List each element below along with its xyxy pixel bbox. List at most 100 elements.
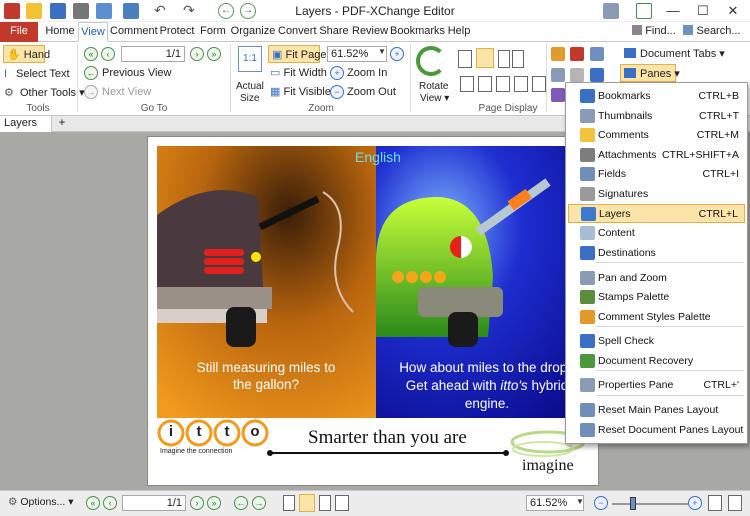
options-button[interactable]: ⚙ Options... ▾ [8,496,74,508]
document-tabs-button[interactable]: Document Tabs ▾ [624,45,725,63]
zoom-in-button[interactable]: Zoom In [347,64,387,82]
status-back-icon[interactable]: ← [234,496,248,510]
status-page-input[interactable]: 1/1 [122,495,186,511]
zoom-dropdown-arrow-icon[interactable]: ▼ [378,47,386,56]
page-spacing-icon[interactable] [532,76,546,92]
status-single-page-icon[interactable] [283,495,295,511]
next-page-icon[interactable]: › [190,47,204,61]
transparency-grid-icon[interactable] [551,68,565,82]
panes-menu-item-attachments[interactable]: Attachments CTRL+SHIFT+A [568,146,745,165]
zoom-slider-track[interactable] [612,503,688,505]
tab-file[interactable]: File [0,22,38,42]
menu-item-label: Reset Main Panes Layout [598,404,719,416]
new-tab-button[interactable]: + [55,116,69,132]
panes-menu-item-stamps-palette[interactable]: Stamps Palette [568,288,745,307]
previous-view-button[interactable]: Previous View [102,64,172,82]
tab-protect[interactable]: Protect [158,22,196,42]
fit-width-button[interactable]: ▭ Fit Width [270,64,327,82]
panes-menu-item-layers[interactable]: Layers CTRL+L [568,204,745,223]
tab-view[interactable]: View [78,22,108,42]
minimize-button[interactable]: — [658,0,688,22]
page-number-input[interactable]: 1/1 [121,46,185,62]
fit-page-button[interactable]: ▣ Fit Page [268,45,326,63]
other-tools-button[interactable]: ⚙ Other Tools ▾ [4,84,85,102]
select-text-button[interactable]: I Select Text [4,65,70,83]
prev-page-icon[interactable]: ‹ [101,47,115,61]
split-view-icon[interactable] [460,76,474,92]
status-zoom-out-icon[interactable]: − [594,496,608,510]
customize-icon[interactable] [603,3,619,19]
panes-menu-item-document-recovery[interactable]: Document Recovery [568,352,745,371]
facing-page-icon[interactable] [498,50,510,68]
rtl-page-icon[interactable] [514,76,528,92]
search-button[interactable]: Search... [680,22,744,42]
panes-menu-item-thumbnails[interactable]: Thumbnails CTRL+T [568,107,745,126]
tab-bookmarks[interactable]: Bookmarks [390,22,445,42]
status-last-page-icon[interactable]: » [207,496,221,510]
tab-help[interactable]: Help [446,22,472,42]
fullscreen-icon[interactable] [636,3,652,19]
panes-menu-item-bookmarks[interactable]: Bookmarks CTRL+B [568,87,745,106]
rotate-view-label2[interactable]: View ▾ [420,90,449,108]
tab-convert[interactable]: Convert [278,22,317,42]
first-page-icon[interactable]: « [84,47,98,61]
tagline: Imagine the connection [160,448,233,455]
panes-menu-item-reset-main-panes-layout[interactable]: Reset Main Panes Layout [568,401,745,420]
document-tab-layers[interactable]: Layers ✕ [0,116,52,143]
tab-share[interactable]: Share [318,22,350,42]
panes-menu-item-properties-pane[interactable]: Properties Pane CTRL+' [568,376,745,395]
panes-menu-item-comments[interactable]: Comments CTRL+M [568,126,745,145]
status-fit-icon[interactable] [708,495,722,511]
zoom-in-side-icon[interactable]: + [390,47,404,61]
status-zoom-arrow-icon[interactable]: ▼ [576,497,584,506]
tab-comment[interactable]: Comment [110,22,158,42]
status-next-page-icon[interactable]: › [190,496,204,510]
panes-menu-item-destinations[interactable]: Destinations [568,244,745,263]
panes-menu-item-content[interactable]: Content [568,224,745,243]
panes-menu-item-reset-document-panes-layout[interactable]: Reset Document Panes Layout [568,421,745,440]
page-layout-icon[interactable] [478,76,492,92]
status-facing-continuous-icon[interactable] [335,495,349,511]
cross-icon[interactable] [570,47,584,61]
status-zoom-in-icon[interactable]: + [688,496,702,510]
cover-page-icon[interactable] [496,76,510,92]
language-heading: English [355,149,401,165]
zoom-slider-thumb[interactable] [630,497,636,510]
maximize-button[interactable]: ☐ [688,0,718,22]
tab-home[interactable]: Home [44,22,76,42]
panes-menu-item-fields[interactable]: Fields CTRL+I [568,165,745,184]
snap-icon[interactable] [551,88,565,102]
status-prev-page-icon[interactable]: ‹ [103,496,117,510]
status-facing-icon[interactable] [319,495,331,511]
find-button[interactable]: Find... [630,22,678,42]
tab-organize[interactable]: Organize [230,22,276,42]
tab-review[interactable]: Review [352,22,388,42]
menu-separator [596,395,744,396]
last-page-icon[interactable]: » [207,47,221,61]
continuous-page-icon[interactable] [476,48,494,68]
hand-tool-button[interactable]: ✋ Hand [3,45,50,63]
panes-menu-item-signatures[interactable]: Signatures [568,185,745,204]
fit-visible-button[interactable]: ▦ Fit Visible [270,83,331,101]
panes-menu-item-spell-check[interactable]: Spell Check [568,332,745,351]
panes-menu-item-comment-styles-palette[interactable]: Comment Styles Palette [568,308,745,327]
zoom-out-button[interactable]: Zoom Out [347,83,396,101]
status-first-page-icon[interactable]: « [86,496,100,510]
panes-menu-item-pan-and-zoom[interactable]: Pan and Zoom [568,269,745,288]
grid-icon[interactable] [590,47,604,61]
select-text-icon: I [4,68,8,80]
color-icon[interactable] [590,68,604,82]
close-button[interactable]: ✕ [718,0,748,22]
facing-continuous-icon[interactable] [512,50,524,68]
status-fullscreen-icon[interactable] [728,495,742,511]
single-page-icon[interactable] [458,50,472,68]
next-view-button[interactable]: Next View [102,83,151,101]
tab-form[interactable]: Form [198,22,228,42]
ruler-icon[interactable] [551,47,565,61]
fields-icon [580,167,595,181]
panes-button[interactable]: Panes ▾ [620,64,680,82]
status-forward-icon[interactable]: → [252,496,266,510]
menu-item-label: Document Recovery [598,355,694,367]
status-continuous-icon[interactable] [299,494,315,512]
checkerboard-icon[interactable] [570,68,584,82]
